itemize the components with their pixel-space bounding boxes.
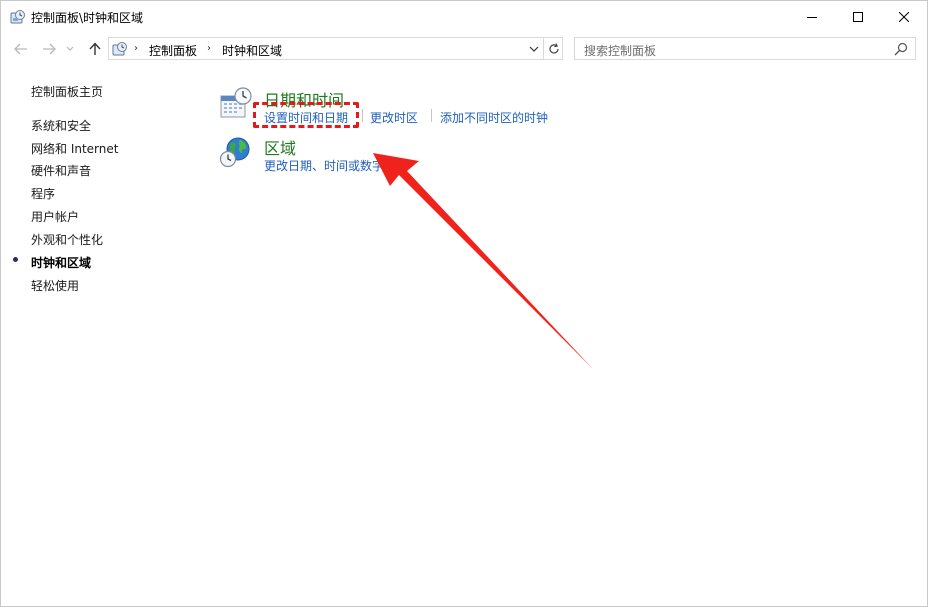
sidebar-item-clock-region: 时钟和区域 (31, 256, 92, 270)
chevron-right-icon: › (134, 43, 138, 54)
close-icon (899, 11, 909, 22)
search-icon[interactable] (894, 42, 908, 56)
sidebar-item-programs[interactable]: 程序 (31, 185, 55, 202)
link-change-timezone[interactable]: 更改时区 (370, 109, 418, 126)
recent-locations-button[interactable] (63, 39, 77, 59)
search-input[interactable]: 搜索控制面板 (574, 37, 916, 60)
back-arrow-icon (14, 43, 27, 55)
forward-button[interactable] (39, 39, 59, 59)
forward-arrow-icon (43, 43, 56, 55)
refresh-button[interactable] (543, 38, 563, 59)
link-add-clocks[interactable]: 添加不同时区的时钟 (440, 109, 548, 126)
maximize-icon (853, 11, 863, 22)
sidebar-item-ease-of-access[interactable]: 轻松使用 (31, 277, 79, 294)
sidebar-home-link[interactable]: 控制面板主页 (31, 83, 103, 100)
address-dropdown-button[interactable] (525, 38, 543, 59)
current-item-bullet (13, 257, 18, 262)
sidebar-item-system-security[interactable]: 系统和安全 (31, 117, 91, 134)
chevron-down-icon (529, 46, 539, 52)
up-button[interactable] (85, 39, 105, 59)
sidebar-item-network-internet[interactable]: 网络和 Internet (31, 140, 118, 157)
search-placeholder: 搜索控制面板 (584, 44, 657, 58)
globe-clock-icon[interactable] (219, 135, 253, 169)
back-button[interactable] (11, 39, 31, 59)
sidebar-item-hardware-sound[interactable]: 硬件和声音 (31, 162, 91, 179)
maximize-button[interactable] (835, 1, 881, 32)
minimize-button[interactable] (789, 1, 835, 32)
link-separator (362, 109, 363, 122)
refresh-icon (548, 42, 559, 53)
window-title: 控制面板\时钟和区域 (31, 11, 144, 25)
annotation-arrow (373, 153, 593, 369)
chevron-right-icon[interactable]: › (207, 43, 211, 54)
chevron-down-icon (66, 46, 74, 51)
breadcrumb-control-panel[interactable]: 控制面板 (149, 42, 197, 59)
link-change-formats[interactable]: 更改日期、时间或数字格式 (264, 157, 408, 174)
calendar-clock-icon[interactable] (219, 87, 253, 121)
breadcrumb-clock-region[interactable]: 时钟和区域 (222, 42, 282, 59)
address-bar[interactable]: › 控制面板 › 时钟和区域 (108, 37, 563, 60)
link-separator (431, 109, 432, 122)
control-panel-window: 控制面板\时钟和区域 › 控制面板 › 时钟和区域 搜索控制面板 控制面板主页 … (0, 0, 928, 607)
title-bar[interactable]: 控制面板\时钟和区域 (1, 1, 927, 32)
up-arrow-icon (89, 42, 101, 55)
minimize-icon (807, 16, 817, 18)
control-panel-icon (10, 9, 26, 25)
annotation-highlight-box (253, 102, 359, 128)
category-title-region[interactable]: 区域 (264, 135, 296, 159)
close-button[interactable] (881, 1, 927, 32)
sidebar-item-appearance[interactable]: 外观和个性化 (31, 231, 103, 248)
control-panel-icon (112, 41, 128, 57)
sidebar-item-user-accounts[interactable]: 用户帐户 (31, 208, 79, 225)
